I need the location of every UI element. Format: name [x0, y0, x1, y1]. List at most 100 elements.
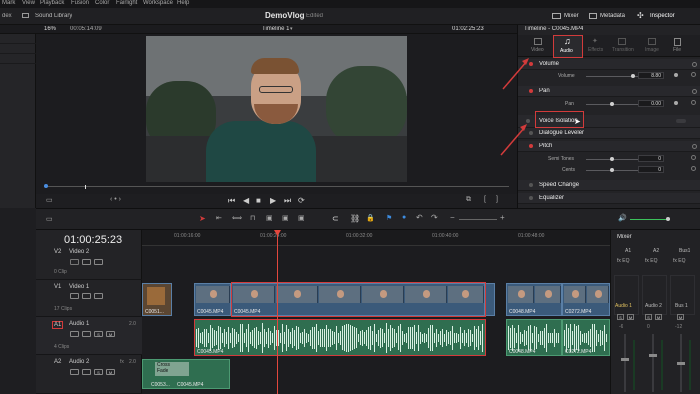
reset-icon[interactable]	[692, 144, 697, 149]
sound-library-button[interactable]: Sound Library	[35, 13, 72, 19]
voice-isolation-toggle[interactable]	[676, 119, 686, 123]
keyframe-icon[interactable]	[674, 73, 678, 77]
inspector-button[interactable]: Inspector	[650, 13, 675, 19]
inspector-icon[interactable]: ✣	[637, 12, 646, 20]
reset-icon[interactable]	[691, 72, 696, 77]
semitones-slider-knob[interactable]	[610, 157, 614, 161]
chevron-down-icon[interactable]: ▾	[290, 26, 293, 32]
frame-nav-icon[interactable]: ‹ • ›	[110, 196, 121, 203]
pan-slider-knob[interactable]	[610, 102, 614, 106]
reset-icon[interactable]	[692, 89, 697, 94]
auto-select-icon[interactable]	[82, 369, 91, 375]
auto-select-icon[interactable]	[82, 331, 91, 337]
fader-knob[interactable]	[649, 354, 657, 357]
scrub-start-marker[interactable]	[44, 184, 48, 188]
trim-tool-icon[interactable]: ⇤	[216, 214, 222, 222]
replace-icon[interactable]: ▣	[298, 214, 305, 222]
reset-icon[interactable]	[691, 155, 696, 160]
viewer-options-icon[interactable]: ▭	[46, 196, 53, 204]
video-clip[interactable]: C0272.MP4	[562, 283, 610, 316]
insert-icon[interactable]: ▣	[266, 214, 273, 222]
track-header-v2[interactable]: V2 Video 2 0 Clip	[36, 247, 142, 280]
zoom-out-icon[interactable]: −	[450, 213, 455, 222]
video-frame[interactable]	[146, 36, 407, 182]
pan-section-header[interactable]: Pan	[518, 86, 700, 97]
dialogue-leveler-row[interactable]: Dialogue Leveler	[518, 128, 700, 139]
menu-mark[interactable]: Mark	[2, 0, 15, 6]
equalizer-row[interactable]: Equalizer	[518, 193, 700, 204]
disable-video-icon[interactable]	[94, 259, 103, 265]
master-volume-knob[interactable]	[666, 217, 670, 221]
fx-eq-label-1[interactable]: fx EQ	[617, 258, 630, 264]
pan-value-field[interactable]: 0.00	[638, 100, 664, 107]
menu-color[interactable]: Color	[95, 0, 109, 6]
video-clip[interactable]: C0048.MP4	[506, 283, 562, 316]
menu-fusion[interactable]: Fusion	[71, 0, 89, 6]
timeline-ruler[interactable]: 01:00:16:00 01:00:24:00 01:00:32:00 01:0…	[142, 230, 610, 246]
sound-library-icon[interactable]	[22, 13, 29, 18]
volume-section-header[interactable]: Volume	[518, 59, 700, 70]
reset-icon[interactable]	[691, 166, 696, 171]
pan-slider[interactable]	[586, 102, 638, 106]
semitones-value-field[interactable]: 0	[638, 155, 664, 162]
video-clip[interactable]: C0051...	[142, 283, 172, 316]
keyframe-icon[interactable]	[674, 101, 678, 105]
speaker-icon[interactable]: 🔊	[618, 214, 627, 222]
mixer-icon[interactable]	[552, 13, 561, 19]
zoom-in-icon[interactable]: +	[500, 213, 505, 222]
track-name[interactable]: Audio 1	[69, 321, 89, 327]
flag-icon[interactable]: ⚑	[386, 214, 392, 222]
menu-workspace[interactable]: Workspace	[143, 0, 173, 6]
tab-file[interactable]: File	[670, 37, 686, 55]
stop-icon[interactable]: ■	[256, 196, 261, 205]
equalizer-enable-dot[interactable]	[529, 196, 533, 200]
fader-knob[interactable]	[621, 358, 629, 361]
video-clip[interactable]	[485, 283, 495, 316]
solo-button[interactable]: S	[94, 369, 103, 375]
cents-slider-knob[interactable]	[610, 168, 614, 172]
volume-slider-knob[interactable]	[631, 74, 635, 78]
volume-slider[interactable]	[586, 74, 638, 78]
blade-tool-icon[interactable]: ⊓	[250, 214, 255, 222]
mixer-fader-a1[interactable]	[621, 334, 629, 392]
lock-icon[interactable]	[70, 293, 79, 299]
timeline-area[interactable]: 01:00:16:00 01:00:24:00 01:00:32:00 01:0…	[142, 230, 610, 394]
reset-icon[interactable]	[691, 100, 696, 105]
lock-icon[interactable]	[70, 331, 79, 337]
menu-view[interactable]: View	[22, 0, 35, 6]
cents-value-field[interactable]: 0	[638, 166, 664, 173]
mute-button[interactable]: M	[106, 369, 115, 375]
lock-icon[interactable]	[70, 369, 79, 375]
disable-video-icon[interactable]	[94, 293, 103, 299]
pitch-section-header[interactable]: Pitch	[518, 141, 700, 152]
zoom-slider[interactable]	[459, 219, 497, 220]
jump-start-icon[interactable]: ⏮	[228, 196, 235, 206]
menu-help[interactable]: Help	[177, 0, 189, 6]
mixer-mute-button[interactable]: M	[655, 314, 662, 320]
link-icon[interactable]: ⛓	[350, 214, 360, 223]
lock-icon[interactable]: 🔒	[366, 214, 375, 222]
track-name[interactable]: Video 1	[69, 284, 89, 290]
solo-button[interactable]: S	[94, 331, 103, 337]
left-panel-row[interactable]	[0, 36, 36, 44]
timeline-name[interactable]: Timeline 1	[262, 26, 289, 32]
tab-video[interactable]: Video	[530, 37, 546, 55]
timeline-view-icon[interactable]: ▭	[46, 215, 53, 223]
playhead[interactable]	[277, 230, 278, 394]
track-name[interactable]: Video 2	[69, 249, 89, 255]
mixer-solo-button[interactable]: S	[645, 314, 652, 320]
play-reverse-icon[interactable]: ◀	[243, 196, 249, 205]
zoom-level[interactable]: 16%	[44, 26, 56, 32]
play-icon[interactable]: ▶	[270, 196, 276, 205]
mixer-solo-button[interactable]: S	[617, 314, 624, 320]
fader-knob[interactable]	[677, 362, 685, 365]
audio-clip[interactable]: C0272.MP4	[562, 319, 610, 356]
scrub-playhead[interactable]	[85, 185, 86, 189]
track-header-v1[interactable]: V1 Video 1 17 Clips	[36, 280, 142, 317]
snapping-icon[interactable]: ⊂	[332, 214, 339, 223]
metadata-icon[interactable]	[589, 13, 597, 19]
audio-clip[interactable]: Cross Fade C0053... C0045.MP4	[142, 359, 230, 389]
track-fx[interactable]: fx	[120, 359, 124, 365]
menu-fairlight[interactable]: Fairlight	[116, 0, 137, 6]
track-header-a1[interactable]: A1 Audio 1 2.0 S M 4 Clips	[36, 317, 142, 355]
